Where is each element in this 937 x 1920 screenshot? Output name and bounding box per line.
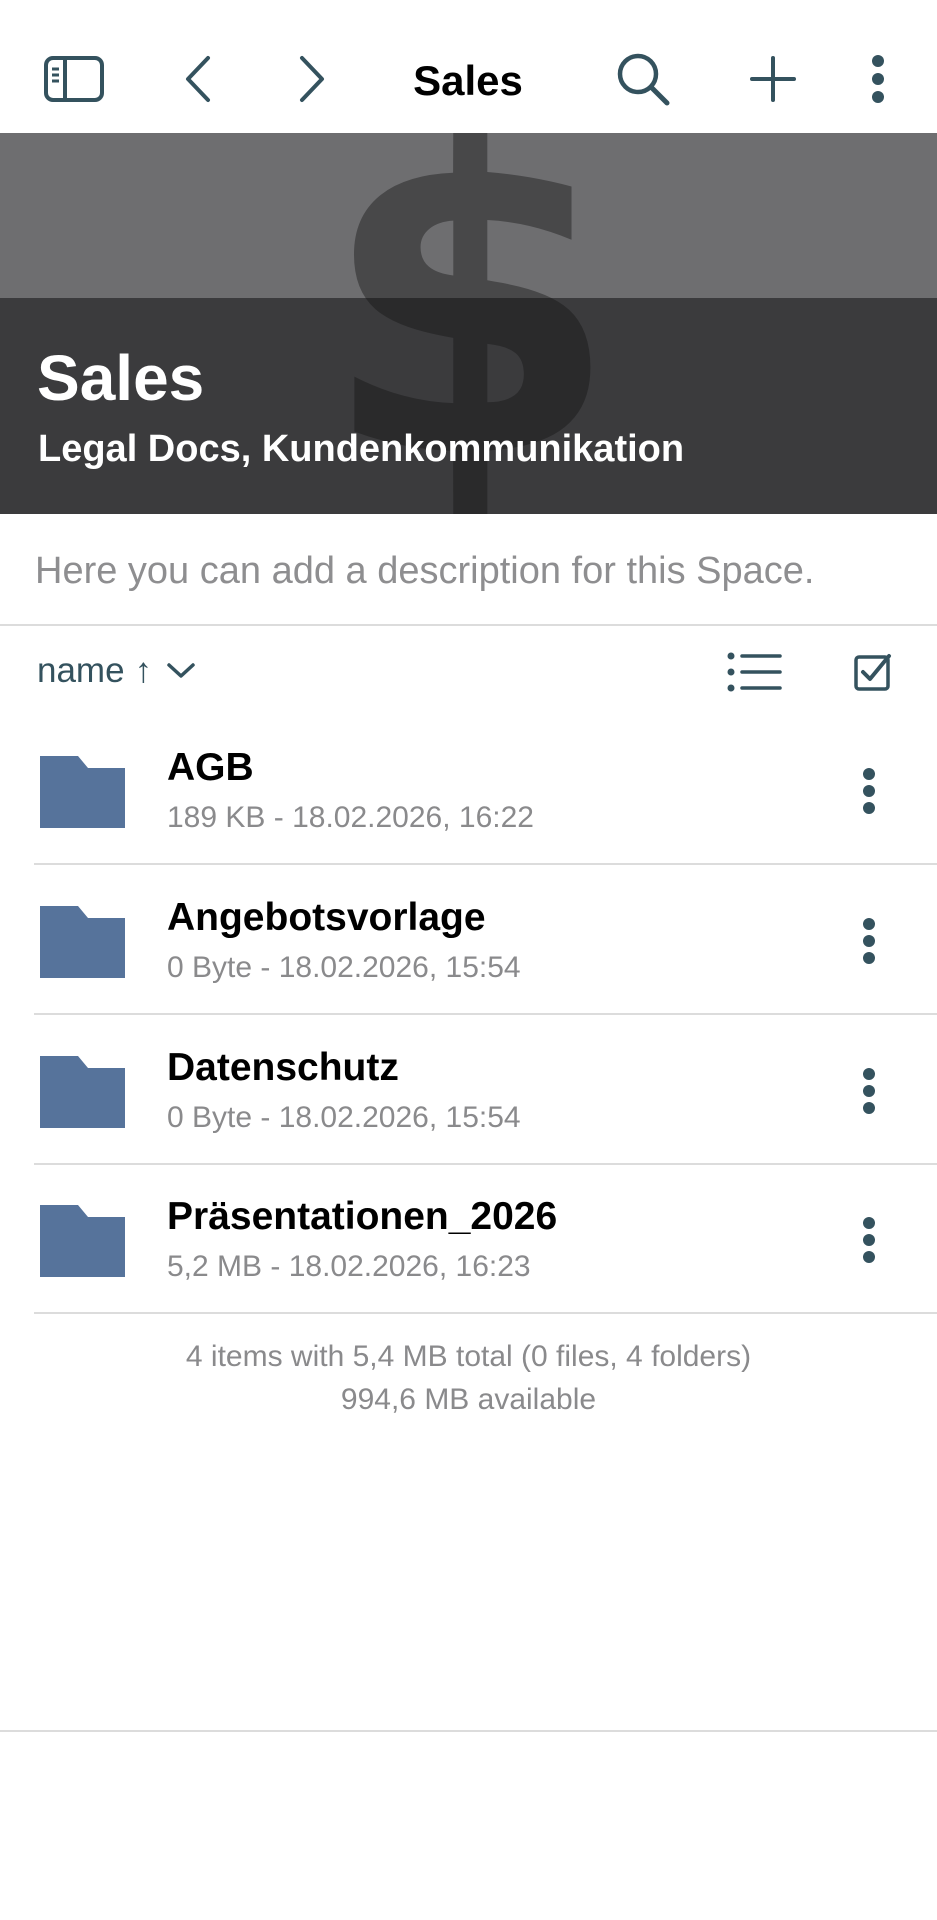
divider [34, 1013, 937, 1015]
item-name: Datenschutz [167, 1046, 399, 1089]
list-item[interactable]: Präsentationen_2026 5,2 MB - 18.02.2026,… [34, 1165, 937, 1314]
sidebar-icon [44, 56, 104, 102]
list-view-button[interactable] [722, 640, 786, 704]
divider [0, 1730, 937, 1732]
files-screen: Sales $ Sales Legal Docs, Kundenkommunik… [0, 0, 937, 1920]
available-space: 994,6 MB available [340, 1383, 597, 1416]
sidebar-toggle-button[interactable] [36, 41, 112, 117]
sort-label: name [37, 651, 125, 690]
forward-button[interactable] [274, 41, 350, 117]
item-name: Präsentationen_2026 [167, 1195, 558, 1238]
item-meta: 189 KB - 18.02.2026, 16:22 [167, 801, 534, 834]
space-description-field[interactable]: Here you can add a description for this … [35, 545, 814, 597]
more-options-button[interactable] [840, 41, 916, 117]
space-title: Sales [37, 342, 205, 414]
divider [0, 624, 937, 626]
more-vertical-icon [863, 918, 875, 964]
page-title: Sales [413, 57, 523, 104]
chevron-right-icon [300, 56, 324, 102]
space-header-banner: $ Sales Legal Docs, Kundenkommunikation [0, 133, 937, 514]
list-icon [727, 652, 782, 692]
folder-icon [40, 1205, 125, 1277]
more-vertical-icon [872, 55, 884, 103]
more-vertical-icon [863, 768, 875, 814]
add-button[interactable] [735, 41, 811, 117]
sort-direction: ↑ [134, 651, 153, 690]
item-more-button[interactable] [849, 756, 889, 826]
chevron-down-icon [166, 662, 196, 680]
list-item[interactable]: Datenschutz 0 Byte - 18.02.2026, 15:54 [34, 1016, 937, 1165]
items-summary: 4 items with 5,4 MB total (0 files, 4 fo… [185, 1340, 752, 1373]
item-more-button[interactable] [849, 1205, 889, 1275]
sort-dropdown[interactable]: name ↑ [37, 648, 196, 694]
item-name: Angebotsvorlage [167, 896, 486, 939]
back-button[interactable] [160, 41, 236, 117]
item-meta: 5,2 MB - 18.02.2026, 16:23 [167, 1250, 531, 1283]
space-subtitle: Legal Docs, Kundenkommunikation [38, 428, 685, 470]
item-meta: 0 Byte - 18.02.2026, 15:54 [167, 951, 521, 984]
search-button[interactable] [605, 41, 681, 117]
storage-summary: 4 items with 5,4 MB total (0 files, 4 fo… [0, 1335, 937, 1421]
more-vertical-icon [863, 1068, 875, 1114]
item-meta: 0 Byte - 18.02.2026, 15:54 [167, 1101, 521, 1134]
checkbox-checked-icon [854, 654, 891, 691]
item-more-button[interactable] [849, 1056, 889, 1126]
search-icon [617, 53, 670, 106]
folder-icon [40, 756, 125, 828]
item-more-button[interactable] [849, 906, 889, 976]
more-vertical-icon [863, 1217, 875, 1263]
plus-icon [750, 56, 796, 102]
list-item[interactable]: Angebotsvorlage 0 Byte - 18.02.2026, 15:… [34, 866, 937, 1015]
item-name: AGB [167, 746, 254, 789]
chevron-left-icon [186, 56, 210, 102]
select-mode-button[interactable] [841, 640, 905, 704]
folder-icon [40, 1056, 125, 1128]
divider [34, 863, 937, 865]
divider [34, 1312, 937, 1314]
navigation-bar: Sales [0, 0, 937, 133]
folder-icon [40, 906, 125, 978]
list-item[interactable]: AGB 189 KB - 18.02.2026, 16:22 [34, 716, 937, 865]
